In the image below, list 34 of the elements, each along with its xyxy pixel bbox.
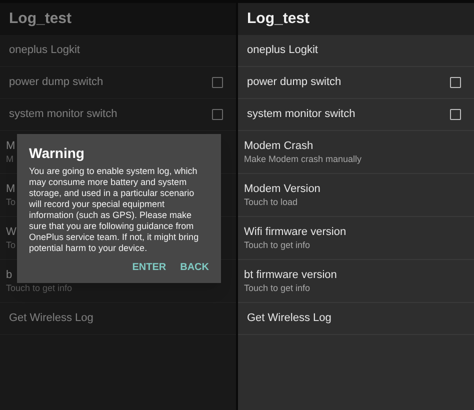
list-item-title[interactable]: M	[6, 182, 16, 196]
list-item-subtitle: Touch to get info	[6, 282, 72, 294]
list-item-title[interactable]: oneplus Logkit	[9, 42, 80, 59]
list-item-subtitle: To	[6, 196, 16, 208]
checkbox[interactable]	[450, 109, 461, 120]
list-item-title[interactable]: bt firmware version	[244, 268, 337, 282]
list-item-subtitle: Touch to load	[244, 196, 298, 208]
list-item-title: system monitor switch	[247, 107, 356, 122]
list-item-subtitle: M	[6, 153, 14, 165]
checkbox[interactable]	[212, 77, 223, 88]
app-title: Log_test	[247, 8, 310, 29]
dialog-message: You are going to enable system log, which may consume more battery and system storage, and used in a particular scenario will record your special equipment information (such as GPS). Please make sure that you are following guidance from OnePlus service team. If not, it might bring potential harm to your device.	[29, 166, 200, 254]
list-item-title: system monitor switch	[9, 107, 118, 122]
dialog-title: Warning	[29, 144, 86, 162]
app-title: Log_test	[9, 8, 72, 29]
checkbox[interactable]	[450, 77, 461, 88]
dialog-button[interactable]: ENTER	[126, 256, 172, 279]
list-item-title[interactable]: Wifi firmware version	[244, 225, 346, 239]
checkbox[interactable]	[212, 109, 223, 120]
list-item-title[interactable]: M	[6, 139, 16, 153]
list-item-subtitle: To	[6, 239, 16, 251]
list-item-title: power dump switch	[9, 75, 104, 90]
list-item-title[interactable]: oneplus Logkit	[247, 42, 318, 59]
list-item-title: power dump switch	[247, 75, 342, 90]
list-item-subtitle: Touch to get info	[244, 282, 310, 294]
list-item-title[interactable]: Get Wireless Log	[247, 310, 332, 327]
dialog-button[interactable]: BACK	[174, 256, 215, 279]
list-item-subtitle: Touch to get info	[244, 239, 310, 251]
list-item-title[interactable]: Modem Crash	[244, 139, 314, 153]
list-item-title[interactable]: Get Wireless Log	[9, 310, 94, 327]
list-item-subtitle: Make Modem crash manually	[244, 153, 362, 165]
list-item-title[interactable]: W	[6, 225, 16, 239]
list-item-title[interactable]: Modem Version	[244, 182, 320, 196]
list-item-title[interactable]: b	[6, 268, 12, 282]
